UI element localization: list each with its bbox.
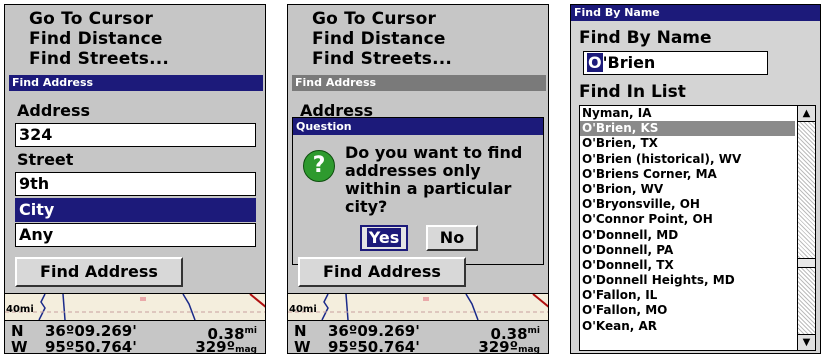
heading-unit: mag [518, 345, 540, 354]
scroll-up-icon[interactable]: ▲ [798, 106, 815, 122]
map-strip[interactable]: 40mi [5, 293, 265, 320]
address-field[interactable]: 324 [15, 123, 256, 147]
question-dialog-screen: Go To Cursor Find Distance Find Streets.… [287, 4, 549, 354]
dialog-title: Question [293, 118, 543, 135]
name-input-text: 'Brien [602, 53, 656, 72]
menu-list: Go To Cursor Find Distance Find Streets.… [29, 9, 169, 69]
distance-unit: mi [244, 326, 257, 336]
address-label-partial: Address [300, 101, 374, 117]
heading: 329º [478, 338, 519, 354]
scrollbar[interactable]: ▲ ▼ [797, 106, 815, 350]
lat-direction: N [294, 322, 307, 340]
dialog-line: city? [345, 197, 388, 216]
menu-list: Go To Cursor Find Distance Find Streets.… [312, 9, 452, 69]
list-item[interactable]: O'Donnell, MD [580, 228, 795, 243]
results-items: Nyman, IA O'Brien, KS O'Brien, TX O'Brien (… [580, 106, 795, 334]
find-in-list-label: Find In List [579, 82, 686, 102]
menu-item-go-to-cursor[interactable]: Go To Cursor [29, 9, 169, 29]
lon-direction: W [294, 338, 311, 354]
heading-unit: mag [235, 345, 257, 354]
no-button[interactable]: No [426, 225, 478, 251]
dialog-line: within a particular [345, 179, 512, 198]
map-scale: 40mi [6, 304, 34, 315]
lat-direction: N [11, 322, 24, 340]
list-item[interactable]: O'Connor Point, OH [580, 212, 795, 227]
yes-button[interactable]: Yes [360, 225, 408, 251]
map-scale: 40mi [289, 304, 317, 315]
dialog-line: Do you want to find [345, 143, 523, 162]
dialog-message: Do you want to find addresses only withi… [345, 144, 522, 216]
find-address-button[interactable]: Find Address [15, 257, 183, 287]
map-graphic [288, 294, 548, 320]
list-item[interactable]: O'Donnell, TX [580, 258, 795, 273]
scrollbar-thumb[interactable] [798, 258, 815, 268]
longitude: 95º50.764' [45, 338, 137, 354]
city-label-highlighted[interactable]: City [15, 198, 256, 222]
find-by-name-heading: Find By Name [579, 28, 712, 48]
list-item[interactable]: O'Donnell, PA [580, 243, 795, 258]
find-address-screen: Go To Cursor Find Distance Find Streets.… [4, 4, 266, 354]
list-item[interactable]: O'Fallon, MO [580, 303, 795, 318]
map-graphic [5, 294, 265, 320]
list-item[interactable]: O'Brien (historical), WV [580, 152, 795, 167]
list-item[interactable]: O'Bryonsville, OH [580, 197, 795, 212]
list-item[interactable]: O'Fallon, IL [580, 288, 795, 303]
question-dialog: Question ? Do you want to find addresses… [292, 117, 544, 265]
city-field[interactable]: Any [15, 223, 256, 247]
list-item[interactable]: O'Kean, AR [580, 319, 795, 334]
question-icon: ? [303, 150, 335, 182]
results-list[interactable]: Nyman, IA O'Brien, KS O'Brien, TX O'Brien (… [579, 105, 816, 351]
nav-readout: N 36º09.269' 0.38mi W 95º50.764' 329ºmag [5, 320, 265, 354]
text-cursor: O [587, 53, 603, 72]
street-field[interactable]: 9th [15, 172, 256, 196]
street-label: Street [17, 150, 74, 169]
menu-item-go-to-cursor[interactable]: Go To Cursor [312, 9, 452, 29]
list-item[interactable]: O'Donnell Heights, MD [580, 273, 795, 288]
find-address-button[interactable]: Find Address [298, 257, 466, 287]
lon-direction: W [11, 338, 28, 354]
menu-item-find-distance[interactable]: Find Distance [29, 29, 169, 49]
dialog-line: addresses only [345, 161, 481, 180]
latitude: 36º09.269' [45, 322, 137, 340]
find-by-name-title-bar: Find By Name [571, 5, 820, 21]
latitude: 36º09.269' [328, 322, 420, 340]
menu-item-find-distance[interactable]: Find Distance [312, 29, 452, 49]
nav-readout: N 36º09.269' 0.38mi W 95º50.764' 329ºmag [288, 320, 548, 354]
longitude: 95º50.764' [328, 338, 420, 354]
find-by-name-screen: Find By Name Find By Name O'Brien Find I… [570, 4, 821, 354]
name-input[interactable]: O'Brien [583, 51, 768, 75]
menu-item-find-streets[interactable]: Find Streets... [29, 49, 169, 69]
find-address-title-bar: Find Address [9, 75, 263, 91]
list-item[interactable]: O'Brion, WV [580, 182, 795, 197]
list-item[interactable]: O'Briens Corner, MA [580, 167, 795, 182]
list-item[interactable]: O'Brien, KS [580, 121, 795, 137]
menu-item-find-streets[interactable]: Find Streets... [312, 49, 452, 69]
distance-unit: mi [527, 326, 540, 336]
list-item[interactable]: O'Brien, TX [580, 136, 795, 151]
list-item[interactable]: Nyman, IA [580, 106, 795, 121]
map-strip[interactable]: 40mi [288, 293, 548, 320]
address-label: Address [17, 101, 91, 120]
find-address-title-bar: Find Address [292, 75, 546, 91]
scroll-down-icon[interactable]: ▼ [798, 334, 815, 350]
heading: 329º [195, 338, 236, 354]
